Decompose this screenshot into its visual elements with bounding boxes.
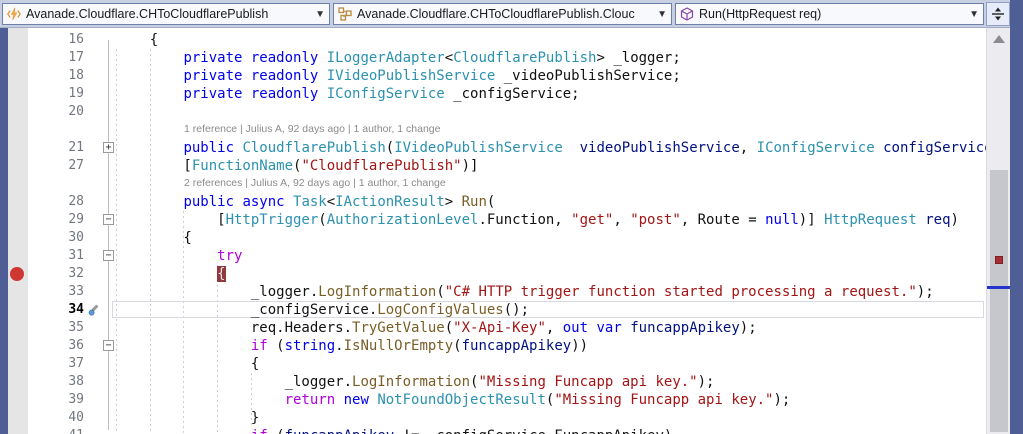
visual-studio-editor-window: Avanade.Cloudflare.CHToCloudflarePublish… <box>0 0 1023 434</box>
code-text[interactable]: try <box>116 247 242 265</box>
codelens-row: 1 reference | Julius A, 92 days ago | 1 … <box>0 121 986 139</box>
breakpoint-indicator[interactable] <box>10 267 24 281</box>
code-line[interactable]: 32 { <box>0 265 986 283</box>
code-text[interactable]: private readonly IConfigService _configS… <box>116 85 580 103</box>
project-dropdown-label: Avanade.Cloudflare.CHToCloudflarePublish <box>26 7 311 21</box>
code-line[interactable]: 41 if (funcappApikey != _configService.F… <box>0 427 986 434</box>
line-number[interactable]: 29 <box>30 211 84 229</box>
code-line[interactable]: 40 } <box>0 409 986 427</box>
class-dropdown[interactable]: Avanade.Cloudflare.CHToCloudflarePublish… <box>333 3 672 25</box>
code-line[interactable]: 31 − try <box>0 247 986 265</box>
code-text[interactable]: if (funcappApikey != _configService.Func… <box>116 427 672 434</box>
code-line[interactable]: 34 _configService.LogConfigValues(); <box>0 301 986 319</box>
code-line[interactable]: 38 _logger.LogInformation("Missing Funca… <box>0 373 986 391</box>
code-text[interactable]: _configService.LogConfigValues(); <box>116 301 529 319</box>
code-text[interactable]: if (string.IsNullOrEmpty(funcappApikey)) <box>116 337 588 355</box>
line-number[interactable]: 41 <box>30 427 84 434</box>
code-line[interactable]: 39 return new NotFoundObjectResult("Miss… <box>0 391 986 409</box>
split-icon <box>990 6 1006 22</box>
codelens-info[interactable]: 2 references | Julius A, 92 days ago | 1… <box>184 177 446 189</box>
code-line[interactable]: 29 − [HttpTrigger(AuthorizationLevel.Func… <box>0 211 986 229</box>
code-line[interactable]: 19 private readonly IConfigService _conf… <box>0 85 986 103</box>
code-text[interactable]: } <box>116 409 259 427</box>
code-line[interactable]: 16 { <box>0 31 986 49</box>
code-line[interactable]: 28 public async Task<IActionResult> Run( <box>0 193 986 211</box>
code-rows: 16 {17 private readonly ILoggerAdapter<C… <box>0 31 986 434</box>
code-text[interactable]: private readonly IVideoPublishService _v… <box>116 67 681 85</box>
code-text[interactable]: { <box>116 31 158 49</box>
navigation-bar: Avanade.Cloudflare.CHToCloudflarePublish… <box>0 0 1023 28</box>
line-number[interactable]: 18 <box>30 67 84 85</box>
scrollbar-caret-marker <box>987 286 1011 289</box>
line-number[interactable]: 21 <box>30 139 84 157</box>
code-editor: 16 {17 private readonly ILoggerAdapter<C… <box>0 28 1023 434</box>
code-line[interactable]: 20 <box>0 103 986 121</box>
code-text[interactable]: _logger.LogInformation("C# HTTP trigger … <box>116 283 934 301</box>
line-number[interactable]: 31 <box>30 247 84 265</box>
line-number[interactable]: 40 <box>30 409 84 427</box>
project-dropdown[interactable]: Avanade.Cloudflare.CHToCloudflarePublish… <box>2 3 330 25</box>
code-line[interactable]: 18 private readonly IVideoPublishService… <box>0 67 986 85</box>
line-number[interactable]: 28 <box>30 193 84 211</box>
code-line[interactable]: 30 { <box>0 229 986 247</box>
code-text[interactable]: public async Task<IActionResult> Run( <box>116 193 495 211</box>
line-number[interactable]: 20 <box>30 103 84 121</box>
codelens-info[interactable]: 1 reference | Julius A, 92 days ago | 1 … <box>184 123 440 135</box>
collapse-region-box[interactable]: − <box>103 214 114 225</box>
line-number[interactable]: 38 <box>30 373 84 391</box>
chevron-down-icon: ▼ <box>657 9 667 20</box>
code-line[interactable]: 21 + public CloudflarePublish(IVideoPubli… <box>0 139 986 157</box>
line-number[interactable]: 17 <box>30 49 84 67</box>
method-dropdown[interactable]: Run(HttpRequest req) ▼ <box>675 3 984 25</box>
chevron-down-icon: ▼ <box>315 9 325 20</box>
code-line[interactable]: 36 − if (string.IsNullOrEmpty(funcappApik… <box>0 337 986 355</box>
codelens-row: 2 references | Julius A, 92 days ago | 1… <box>0 175 986 193</box>
azure-function-icon <box>7 7 21 21</box>
line-number[interactable]: 33 <box>30 283 84 301</box>
window-border-right <box>1010 0 1023 434</box>
class-icon <box>338 7 352 21</box>
code-line[interactable]: 27 [FunctionName("CloudflarePublish")] <box>0 157 986 175</box>
method-icon <box>680 7 694 21</box>
scrollbar-up-arrow-icon[interactable] <box>993 35 1005 43</box>
code-line[interactable]: 37 { <box>0 355 986 373</box>
line-number[interactable]: 36 <box>30 337 84 355</box>
line-number[interactable]: 35 <box>30 319 84 337</box>
chevron-down-icon: ▼ <box>969 9 979 20</box>
line-number[interactable]: 37 <box>30 355 84 373</box>
code-text[interactable]: [FunctionName("CloudflarePublish")] <box>116 157 478 175</box>
expand-region-box[interactable]: + <box>103 142 114 153</box>
code-text[interactable]: { <box>116 355 259 373</box>
quick-actions-screwdriver-icon[interactable] <box>87 303 101 317</box>
code-text[interactable]: private readonly ILoggerAdapter<Cloudfla… <box>116 49 681 67</box>
code-line[interactable]: 17 private readonly ILoggerAdapter<Cloud… <box>0 49 986 67</box>
code-line[interactable]: 33 _logger.LogInformation("C# HTTP trigg… <box>0 283 986 301</box>
line-number[interactable]: 30 <box>30 229 84 247</box>
vertical-scrollbar[interactable] <box>986 28 1010 434</box>
line-number[interactable]: 27 <box>30 157 84 175</box>
line-number[interactable]: 32 <box>30 265 84 283</box>
code-text[interactable]: req.Headers.TryGetValue("X-Api-Key", out… <box>116 319 757 337</box>
method-dropdown-label: Run(HttpRequest req) <box>699 7 965 21</box>
code-text[interactable]: { <box>116 265 226 283</box>
code-text[interactable]: public CloudflarePublish(IVideoPublishSe… <box>116 139 986 157</box>
scrollbar-breakpoint-marker <box>995 256 1003 264</box>
code-text[interactable]: return new NotFoundObjectResult("Missing… <box>116 391 790 409</box>
line-number[interactable]: 16 <box>30 31 84 49</box>
scrollbar-thumb[interactable] <box>990 170 1008 432</box>
collapse-region-box[interactable]: − <box>103 250 114 261</box>
line-number[interactable]: 39 <box>30 391 84 409</box>
code-text[interactable]: { <box>116 229 192 247</box>
line-number[interactable]: 19 <box>30 85 84 103</box>
code-text[interactable]: [HttpTrigger(AuthorizationLevel.Function… <box>116 211 959 229</box>
line-number[interactable]: 34 <box>30 301 84 319</box>
class-dropdown-label: Avanade.Cloudflare.CHToCloudflarePublish… <box>357 7 653 21</box>
code-text[interactable]: _logger.LogInformation("Missing Funcapp … <box>116 373 714 391</box>
split-editor-handle[interactable] <box>986 2 1010 26</box>
code-line[interactable]: 35 req.Headers.TryGetValue("X-Api-Key", … <box>0 319 986 337</box>
collapse-region-box[interactable]: − <box>103 340 114 351</box>
